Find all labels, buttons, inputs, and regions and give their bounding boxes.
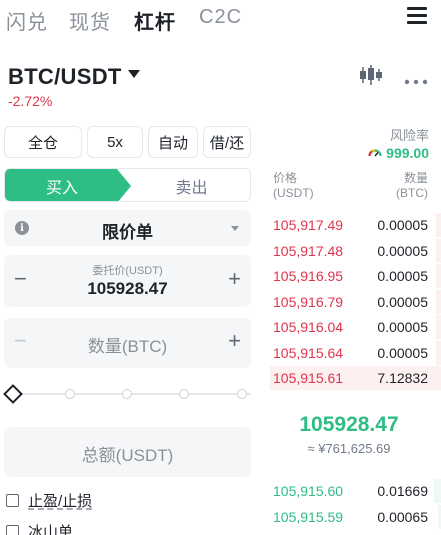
ask-qty[interactable]: 0.00005: [377, 319, 428, 335]
risk-ratio-value: 999.00: [386, 145, 429, 161]
price-input[interactable]: 105928.47: [4, 279, 251, 299]
ask-qty[interactable]: 0.00005: [377, 294, 428, 310]
ask-depth-bar: [436, 289, 441, 314]
orderbook-qty-header: 数量 (BTC): [396, 171, 428, 201]
ask-depth-bar: [436, 238, 441, 263]
slider-mark-25[interactable]: [65, 389, 75, 399]
ask-row[interactable]: 105,917.49 0.00005: [270, 213, 441, 237]
risk-ratio-value-row: 999.00: [368, 145, 429, 161]
chevron-down-icon: [231, 226, 239, 231]
total-input-group: 总额(USDT): [4, 427, 251, 477]
tp-sl-checkbox[interactable]: [6, 494, 19, 507]
ask-depth-bar: [436, 264, 441, 288]
ask-price[interactable]: 105,916.04: [273, 319, 343, 335]
bid-qty[interactable]: 0.00065: [377, 509, 428, 525]
ask-depth-bar: [436, 340, 441, 365]
quantity-increase-button[interactable]: +: [228, 330, 241, 352]
pair-symbol[interactable]: BTC/USDT: [8, 64, 122, 90]
bid-price[interactable]: 105,915.60: [273, 483, 343, 499]
tab-swap[interactable]: 闪兑: [6, 6, 48, 35]
side-toggle: 买入 卖出: [4, 168, 251, 202]
ask-qty[interactable]: 0.00005: [377, 243, 428, 259]
last-price-fiat: ≈ ¥761,625.69: [307, 441, 391, 456]
risk-ratio-label: 风险率: [389, 128, 429, 143]
ask-row[interactable]: 105,916.95 0.00005: [270, 264, 441, 288]
slider-handle[interactable]: [3, 384, 23, 404]
tab-c2c[interactable]: C2C: [199, 6, 242, 29]
candlestick-chart-icon[interactable]: [358, 64, 384, 86]
hamburger-menu-icon[interactable]: [407, 7, 427, 25]
ask-qty[interactable]: 7.12832: [377, 370, 428, 386]
price-increase-button[interactable]: +: [228, 268, 241, 290]
more-dots-icon[interactable]: [404, 72, 428, 90]
tab-margin[interactable]: 杠杆: [134, 6, 176, 35]
iceberg-label[interactable]: 冰山单: [28, 521, 73, 535]
bid-qty[interactable]: 0.01669: [377, 483, 428, 499]
leverage-button[interactable]: 5x: [87, 126, 143, 158]
price-input-group: − 委托价(USDT) 105928.47 +: [4, 255, 251, 307]
price-header-label: 价格: [273, 171, 298, 185]
price-header-unit: (USDT): [273, 186, 314, 200]
ask-row[interactable]: 105,915.61 7.12832: [270, 366, 441, 390]
order-type-select[interactable]: i 限价单: [4, 210, 251, 246]
bid-depth-bar: [434, 479, 441, 503]
last-price[interactable]: 105928.47: [270, 413, 428, 437]
amount-slider[interactable]: [3, 384, 251, 404]
ask-qty[interactable]: 0.00005: [377, 217, 428, 233]
bid-price[interactable]: 105,915.59: [273, 509, 343, 525]
total-input[interactable]: 总额(USDT): [4, 441, 251, 466]
ask-depth-bar: [436, 213, 441, 237]
ask-price[interactable]: 105,916.95: [273, 268, 343, 284]
order-type-label: 限价单: [102, 223, 153, 242]
buy-tab[interactable]: 买入: [5, 169, 131, 201]
auto-button[interactable]: 自动: [148, 126, 198, 158]
ask-price[interactable]: 105,917.48: [273, 243, 343, 259]
borrow-repay-button[interactable]: 借/还: [203, 126, 251, 158]
iceberg-checkbox[interactable]: [6, 525, 19, 535]
quantity-input[interactable]: 数量(BTC): [4, 332, 251, 357]
ask-row[interactable]: 105,915.64 0.00005: [270, 340, 441, 365]
caret-down-icon[interactable]: [128, 70, 140, 78]
bid-row[interactable]: 105,915.60 0.01669: [270, 479, 441, 503]
margin-mode-button[interactable]: 全仓: [4, 126, 82, 158]
tp-sl-label[interactable]: 止盈/止损: [28, 490, 92, 511]
price-caption: 委托价(USDT): [92, 265, 163, 277]
slider-mark-75[interactable]: [179, 389, 189, 399]
qty-header-unit: (BTC): [396, 186, 428, 200]
ask-qty[interactable]: 0.00005: [377, 268, 428, 284]
ask-price[interactable]: 105,915.61: [273, 370, 343, 386]
orderbook-price-header: 价格 (USDT): [273, 171, 314, 201]
ask-price[interactable]: 105,916.79: [273, 294, 343, 310]
ask-row[interactable]: 105,916.79 0.00005: [270, 289, 441, 314]
ask-row[interactable]: 105,917.48 0.00005: [270, 238, 441, 263]
quantity-input-group: − 数量(BTC) +: [4, 318, 251, 368]
tab-spot[interactable]: 现货: [69, 6, 111, 35]
gauge-icon: [368, 149, 382, 157]
top-tab-bar: 闪兑 现货 杠杆 C2C: [0, 0, 441, 40]
ask-row[interactable]: 105,916.04 0.00005: [270, 315, 441, 339]
qty-header-label: 数量: [403, 171, 428, 185]
ask-depth-bar: [436, 315, 441, 339]
ask-price[interactable]: 105,917.49: [273, 217, 343, 233]
ask-qty[interactable]: 0.00005: [377, 345, 428, 361]
bid-row[interactable]: 105,915.59 0.00065: [270, 504, 441, 529]
tp-sl-row[interactable]: 止盈/止损: [6, 490, 92, 511]
slider-mark-100[interactable]: [237, 389, 247, 399]
ask-price[interactable]: 105,915.64: [273, 345, 343, 361]
slider-track[interactable]: [14, 393, 251, 395]
price-change: -2.72%: [8, 93, 53, 109]
sell-tab[interactable]: 卖出: [131, 169, 250, 201]
slider-mark-50[interactable]: [122, 389, 132, 399]
iceberg-row[interactable]: 冰山单: [6, 521, 73, 535]
